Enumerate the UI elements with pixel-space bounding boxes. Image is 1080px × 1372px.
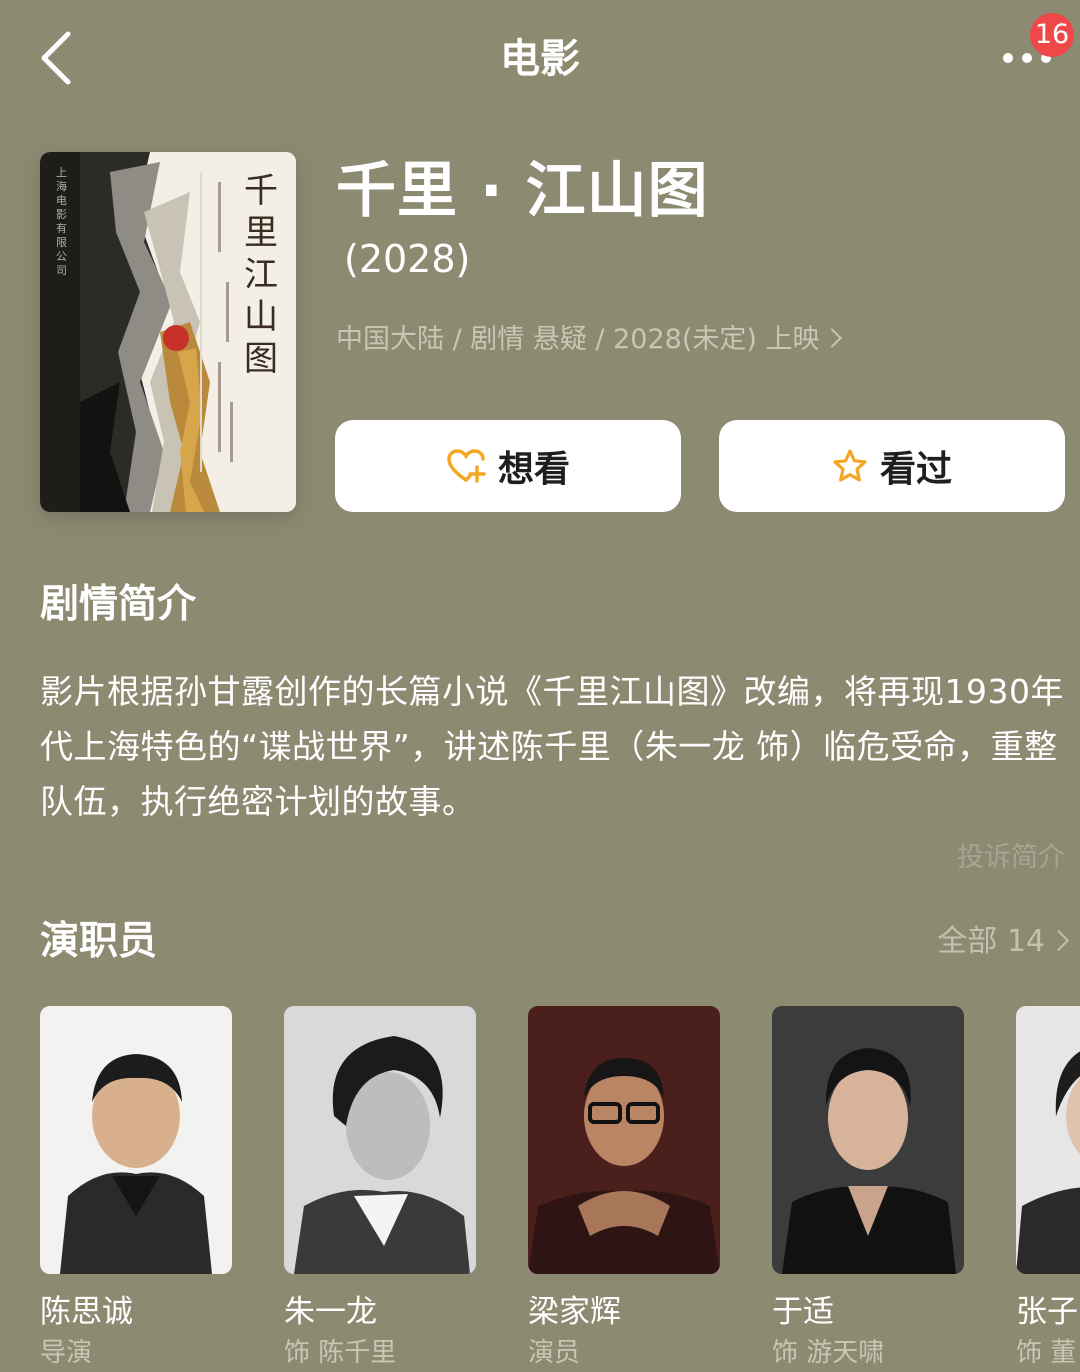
cast-photo	[772, 1006, 964, 1274]
synopsis-heading: 剧情简介	[40, 582, 197, 627]
cast-card[interactable]: 于适 饰 游天啸	[772, 1006, 964, 1372]
cast-role: 导演	[40, 1338, 93, 1368]
cast-card[interactable]: 梁家辉 演员	[528, 1006, 720, 1372]
watched-button[interactable]: 看过	[719, 420, 1065, 512]
cast-name: 梁家辉	[528, 1294, 621, 1330]
movie-meta-text: 中国大陆 / 剧情 悬疑 / 2028(未定) 上映	[336, 324, 820, 355]
notification-badge: 16	[1030, 13, 1074, 57]
want-to-watch-label: 想看	[497, 449, 570, 490]
page-title: 电影	[500, 36, 580, 82]
cast-card[interactable]: 陈思诚 导演	[40, 1006, 232, 1372]
cast-card[interactable]: 张子 饰 董	[1016, 1006, 1080, 1372]
movie-poster[interactable]: 上海电影有限公司 千里江山图	[40, 152, 296, 512]
cast-name: 张子	[1016, 1294, 1078, 1330]
movie-title: 千里 · 江山图	[336, 156, 709, 226]
chevron-right-icon	[822, 328, 843, 348]
synopsis-text: 影片根据孙甘露创作的长篇小说《千里江山图》改编，将再现1930年代上海特色的“谍…	[40, 672, 1064, 821]
movie-meta-link[interactable]: 中国大陆 / 剧情 悬疑 / 2028(未定) 上映	[336, 318, 843, 362]
cast-name: 朱一龙	[284, 1294, 377, 1330]
poster-studio-text: 上海电影有限公司	[56, 166, 67, 277]
cast-photo	[284, 1006, 476, 1274]
view-all-cast-link[interactable]: 全部 14	[900, 920, 1070, 964]
cast-role: 饰 游天啸	[772, 1338, 885, 1368]
cast-card[interactable]: 朱一龙 饰 陈千里	[284, 1006, 476, 1372]
view-all-cast-label: 全部 14	[937, 924, 1045, 959]
cast-photo	[1016, 1006, 1080, 1274]
want-to-watch-button[interactable]: 想看	[335, 420, 681, 512]
cast-heading: 演职员	[40, 919, 158, 964]
star-icon	[833, 449, 867, 482]
heart-plus-icon	[447, 449, 486, 483]
poster-title: 千里江山图	[244, 171, 278, 379]
cast-role: 演员	[528, 1338, 581, 1368]
cast-role: 饰 董	[1016, 1338, 1077, 1368]
cast-photo	[528, 1006, 720, 1274]
cast-name: 于适	[772, 1294, 834, 1330]
watched-label: 看过	[879, 449, 952, 490]
chevron-right-icon	[1047, 929, 1070, 952]
report-synopsis-link[interactable]: 投诉简介	[940, 838, 1065, 878]
movie-year: (2028)	[344, 237, 471, 281]
cast-role: 饰 陈千里	[284, 1338, 397, 1368]
cast-photo	[40, 1006, 232, 1274]
cast-name: 陈思诚	[40, 1294, 133, 1330]
